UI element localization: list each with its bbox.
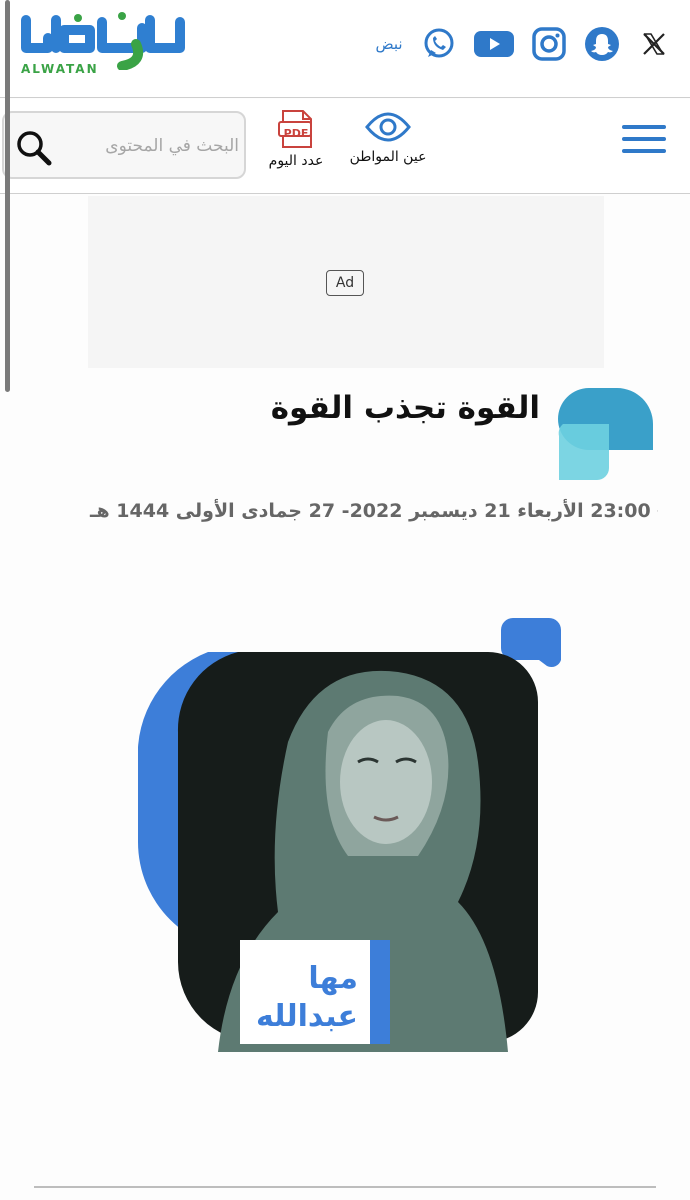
article-date: 23:00 الأربعاء 21 ديسمبر 2022- 27 جمادى … <box>90 496 658 526</box>
instagram-icon[interactable] <box>530 26 568 62</box>
article-title: القوة تجذب القوة <box>270 390 540 426</box>
today-issue-link[interactable]: PDF عدد اليوم <box>262 109 330 169</box>
date-text: 23:00 الأربعاء 21 ديسمبر 2022- 27 جمادى … <box>90 500 651 522</box>
x-icon[interactable] <box>637 26 671 62</box>
author-first-name: مها <box>308 961 358 996</box>
eye-icon <box>365 112 411 142</box>
logo-subtitle: ALWATAN <box>21 62 99 76</box>
clock-icon <box>656 510 658 512</box>
ad-badge: Ad <box>326 270 364 296</box>
author-name: مها عبدالله <box>250 960 358 1036</box>
search-box <box>2 111 246 179</box>
nav-bar: PDF عدد اليوم عين المواطن <box>0 99 690 194</box>
search-input[interactable] <box>64 127 239 165</box>
youtube-icon[interactable] <box>472 26 516 62</box>
nabd-link[interactable]: نبض <box>370 26 408 62</box>
divider <box>34 1186 656 1188</box>
speech-bubbles-icon <box>558 388 653 480</box>
menu-icon[interactable] <box>622 125 666 159</box>
ad-slot[interactable]: Ad <box>88 196 604 368</box>
today-issue-label: عدد اليوم <box>268 153 324 169</box>
author-last-name: عبدالله <box>255 999 358 1034</box>
logo-mark <box>21 12 185 71</box>
citizen-eye-link[interactable]: عين المواطن <box>340 109 436 165</box>
search-icon[interactable] <box>14 129 54 169</box>
snapchat-icon[interactable] <box>583 26 621 62</box>
scrollbar[interactable] <box>5 0 10 392</box>
citizen-eye-label: عين المواطن <box>349 149 427 165</box>
whatsapp-icon[interactable] <box>420 26 458 62</box>
top-bar: ALWATAN نبض <box>0 0 690 98</box>
pdf-badge: PDF <box>283 127 309 140</box>
